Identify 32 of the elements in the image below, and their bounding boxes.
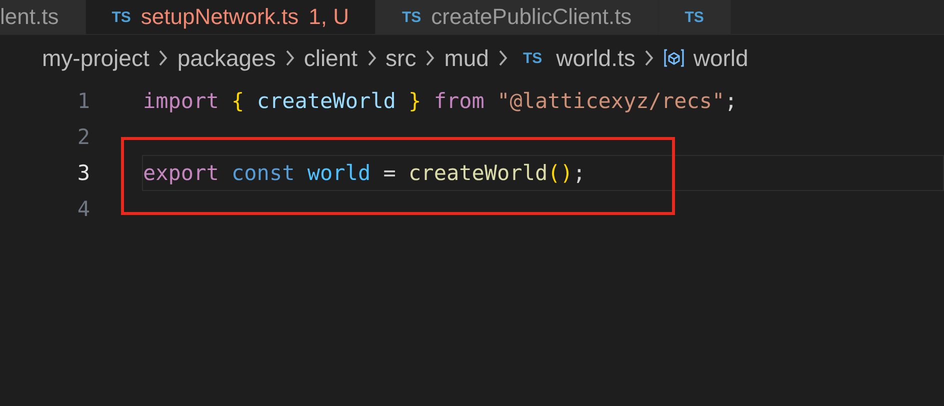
chevron-icon — [643, 48, 656, 68]
chevron-icon — [157, 48, 170, 68]
breadcrumb-item[interactable]: world.ts — [556, 44, 636, 72]
code-line: import { createWorld } from "@latticexyz/recs"; — [143, 89, 738, 113]
editor-tab[interactable]: TS setupNetwork.ts 1, U — [86, 0, 376, 34]
typescript-icon: TS — [522, 50, 542, 66]
tab-label: lent.ts — [0, 4, 59, 30]
chevron-icon — [366, 48, 378, 68]
chevron-icon — [424, 48, 436, 68]
line-number: 3 — [76, 161, 91, 185]
tab-label: createPublicClient.ts — [431, 4, 632, 30]
line-number: 1 — [76, 89, 91, 113]
chevron-icon — [496, 48, 509, 68]
editor-tab[interactable]: TS — [658, 0, 731, 34]
breadcrumb-item[interactable]: packages — [177, 44, 276, 72]
code-line: export const world = createWorld(); — [143, 161, 586, 185]
breadcrumb-item[interactable]: world — [693, 44, 748, 72]
editor-tab[interactable]: lent.ts — [0, 0, 86, 34]
variable-icon — [663, 47, 686, 69]
tab-status: 1, U — [308, 4, 349, 30]
breadcrumb-item[interactable]: mud — [444, 44, 489, 72]
typescript-icon: TS — [402, 8, 422, 26]
typescript-icon: TS — [684, 8, 704, 26]
breadcrumb-item[interactable]: my-project — [42, 44, 150, 72]
breadcrumb-item[interactable]: src — [386, 44, 416, 72]
chevron-icon — [284, 48, 296, 68]
typescript-icon: TS — [112, 8, 131, 26]
tab-label: setupNetwork.ts — [140, 4, 299, 30]
editor-tab[interactable]: TS createPublicClient.ts — [376, 0, 659, 34]
line-number: 4 — [76, 197, 91, 221]
line-number: 2 — [76, 125, 91, 149]
breadcrumb-item[interactable]: client — [304, 44, 358, 72]
